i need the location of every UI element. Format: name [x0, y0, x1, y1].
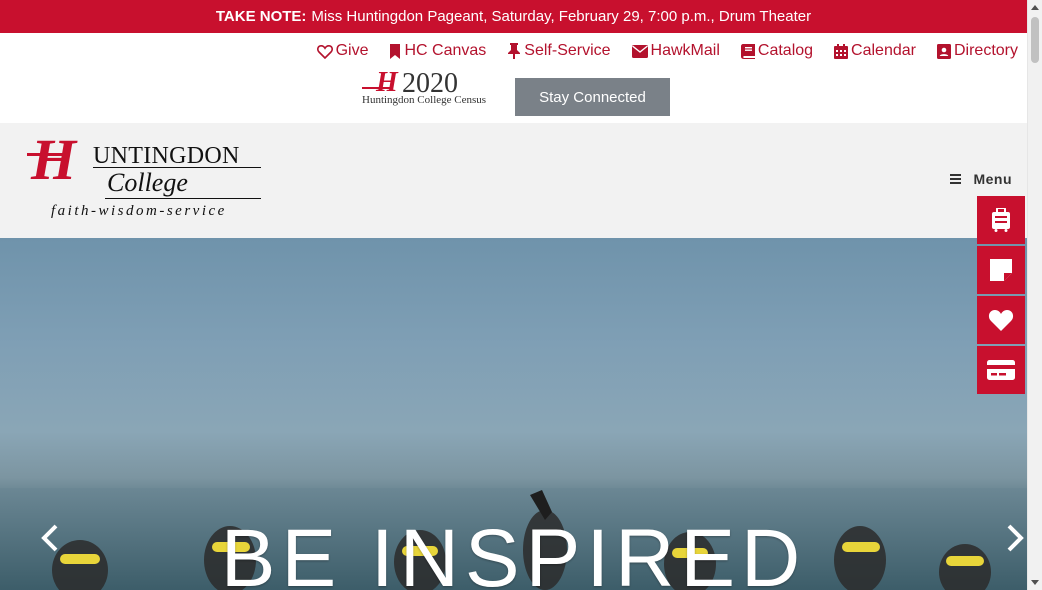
site-header: H UNTINGDON College faith-wisdom-service… — [0, 123, 1027, 238]
hawkmail-link[interactable]: HawkMail — [631, 42, 720, 60]
menu-button[interactable]: Menu — [950, 171, 1012, 187]
catalog-link[interactable]: Catalog — [740, 42, 814, 60]
bookmark-icon — [390, 43, 401, 59]
heart-outline-icon — [316, 44, 333, 59]
census-row: H 2020 Huntingdon College Census Stay Co… — [0, 69, 1027, 123]
page: TAKE NOTE: Miss Huntingdon Pageant, Satu… — [0, 0, 1042, 590]
logo-rule-2 — [105, 198, 261, 199]
calendar-icon — [834, 43, 849, 59]
stay-connected-button[interactable]: Stay Connected — [515, 78, 670, 116]
logo-college: College — [107, 168, 188, 197]
census-2020-logo[interactable]: H 2020 Huntingdon College Census — [362, 69, 502, 109]
scroll-down-arrow-icon[interactable] — [1031, 580, 1039, 585]
book-icon — [740, 43, 755, 59]
scroll-up-arrow-icon[interactable] — [1031, 5, 1039, 10]
huntingdon-college-logo[interactable]: H UNTINGDON College faith-wisdom-service — [27, 131, 267, 225]
hamburger-icon — [950, 172, 962, 186]
hero-title: BE INSPIRED — [220, 513, 807, 590]
hawkmail-link-label: HawkMail — [650, 42, 720, 59]
page-content: TAKE NOTE: Miss Huntingdon Pageant, Satu… — [0, 0, 1027, 590]
quick-link-visit[interactable] — [977, 196, 1025, 244]
calendar-link[interactable]: Calendar — [834, 42, 916, 60]
directory-link-label: Directory — [953, 42, 1018, 59]
catalog-link-label: Catalog — [757, 42, 814, 59]
pushpin-icon — [508, 43, 521, 59]
directory-link[interactable]: Directory — [936, 42, 1018, 60]
credit-card-icon — [987, 360, 1015, 380]
hero-slider: BE INSPIRED — [0, 238, 1027, 590]
logo-wordmark: UNTINGDON — [93, 143, 240, 169]
hc-canvas-link-label: HC Canvas — [404, 42, 487, 59]
luggage-icon — [992, 208, 1010, 232]
logo-h: H — [31, 127, 77, 192]
quick-links — [977, 196, 1025, 396]
envelope-icon — [631, 44, 648, 58]
census-logo-subtitle: Huntingdon College Census — [362, 94, 487, 106]
slider-prev-button[interactable] — [36, 520, 66, 556]
chevron-right-icon — [1007, 524, 1024, 552]
quick-link-pay[interactable] — [977, 346, 1025, 394]
sticky-note-icon — [990, 259, 1012, 281]
calendar-link-label: Calendar — [851, 42, 916, 59]
logo-tagline: faith-wisdom-service — [51, 203, 227, 219]
slider-next-button[interactable] — [1003, 520, 1027, 556]
notice-text: Miss Huntingdon Pageant, Saturday, Febru… — [311, 8, 812, 25]
give-link-label: Give — [335, 42, 369, 59]
quick-link-apply[interactable] — [977, 246, 1025, 294]
give-link[interactable]: Give — [316, 42, 369, 60]
census-logo-h: H — [376, 67, 398, 98]
heart-icon — [988, 309, 1014, 331]
self-service-link-label: Self-Service — [524, 42, 611, 59]
hc-canvas-link[interactable]: HC Canvas — [389, 42, 486, 60]
self-service-link[interactable]: Self-Service — [507, 42, 611, 60]
menu-label: Menu — [973, 171, 1012, 187]
utility-nav: Give HC Canvas Self-Service HawkMail Cat… — [0, 33, 1027, 69]
scrollbar-thumb[interactable] — [1031, 17, 1039, 63]
notice-bar[interactable]: TAKE NOTE: Miss Huntingdon Pageant, Satu… — [0, 0, 1027, 33]
vertical-scrollbar[interactable] — [1027, 0, 1042, 590]
chevron-left-icon — [41, 524, 58, 552]
quick-link-give[interactable] — [977, 296, 1025, 344]
address-book-icon — [936, 43, 951, 59]
notice-label: TAKE NOTE: — [215, 8, 307, 25]
